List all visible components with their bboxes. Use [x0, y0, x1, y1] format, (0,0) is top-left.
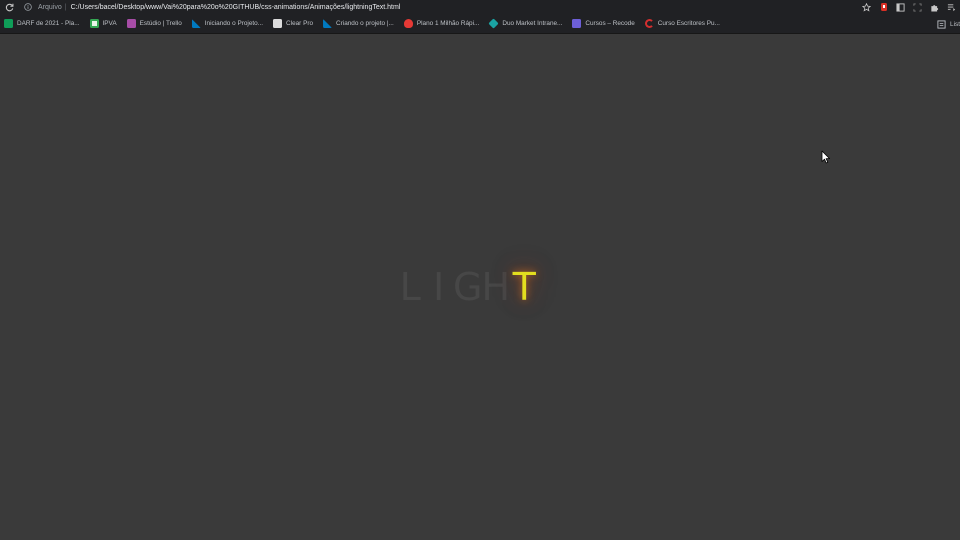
bookmarks-bar: DARF de 2021 - Pla... IPVA Estúdio | Tre…: [0, 14, 960, 34]
bookmark-label: IPVA: [102, 20, 117, 27]
bookmark-label: Curso Escritores Pu...: [657, 20, 720, 27]
mouse-cursor-icon: [821, 150, 831, 164]
puzzle-icon[interactable]: [926, 0, 943, 14]
bookmark-label: Criando o projeto |...: [336, 20, 394, 27]
bookmark-label: DARF de 2021 - Pla...: [17, 20, 80, 27]
info-icon[interactable]: [22, 1, 34, 13]
recode-icon: [572, 19, 582, 28]
bookmark-label: Estúdio | Trello: [139, 20, 182, 27]
url-text[interactable]: C:/Users/bacel/Desktop/www/Vai%20para%20…: [71, 4, 401, 11]
letter-h: H: [481, 265, 511, 309]
bookmark-criando-projeto[interactable]: Criando o projeto |...: [319, 16, 398, 32]
address-separator: |: [64, 3, 67, 11]
trello-icon: [126, 19, 136, 28]
letter-t-glowing: T: [512, 265, 536, 309]
ipva-icon: [89, 19, 99, 28]
spreadsheet-icon: [4, 19, 13, 28]
clear-icon: [273, 19, 283, 28]
bookmark-label: Clear Pro: [286, 20, 314, 27]
star-icon[interactable]: [858, 0, 875, 14]
reload-icon: [5, 3, 13, 11]
omnibox[interactable]: Arquivo | C:/Users/bacel/Desktop/www/Vai…: [22, 1, 848, 13]
bookmark-ipva[interactable]: IPVA: [86, 16, 121, 32]
toolbar-icons: [858, 0, 960, 14]
bookmark-curso-escritores[interactable]: Curso Escritores Pu...: [641, 16, 724, 32]
bookmark-darf[interactable]: DARF de 2021 - Pla...: [0, 16, 84, 32]
duo-icon: [488, 18, 499, 29]
playlist-icon[interactable]: [943, 0, 960, 14]
flame-icon: [403, 19, 413, 28]
letter-i: I: [433, 265, 445, 309]
letter-g: G: [453, 265, 483, 309]
bookmark-label: Iniciando o Projeto...: [204, 20, 264, 27]
extension-red-icon[interactable]: [875, 0, 892, 14]
trello-blue-icon: [191, 19, 201, 28]
bookmark-iniciando-projeto[interactable]: Iniciando o Projeto...: [188, 16, 267, 32]
bookmark-estudio-trello[interactable]: Estúdio | Trello: [123, 16, 186, 32]
reading-list-button[interactable]: List: [937, 16, 960, 32]
address-bar-row: Arquivo | C:/Users/bacel/Desktop/www/Vai…: [0, 0, 960, 14]
lightning-text: L I G H T: [396, 265, 539, 309]
letter-l: L: [399, 265, 421, 309]
bookmark-label: Plano 1 Milhão Rápi...: [416, 20, 480, 27]
reload-button[interactable]: [1, 0, 17, 14]
trello-blue-icon: [323, 19, 333, 28]
screenshot-icon[interactable]: [909, 0, 926, 14]
list-icon: [937, 19, 946, 29]
page-content: L I G H T: [0, 34, 960, 540]
bookmark-cursos-recode[interactable]: Cursos – Recode: [568, 16, 638, 32]
bookmark-label: Duo Market Intrane...: [502, 20, 563, 27]
bookmark-clear-pro[interactable]: Clear Pro: [269, 16, 317, 32]
bookmark-duo-market[interactable]: Duo Market Intrane...: [485, 16, 566, 32]
scheme-label: Arquivo: [38, 3, 62, 11]
bookmark-label: Cursos – Recode: [585, 20, 635, 27]
bookmark-plano-milhao[interactable]: Plano 1 Milhão Rápi...: [400, 16, 484, 32]
reading-list-icon[interactable]: [892, 0, 909, 14]
c-icon: [644, 19, 654, 28]
list-label: List: [950, 20, 960, 28]
